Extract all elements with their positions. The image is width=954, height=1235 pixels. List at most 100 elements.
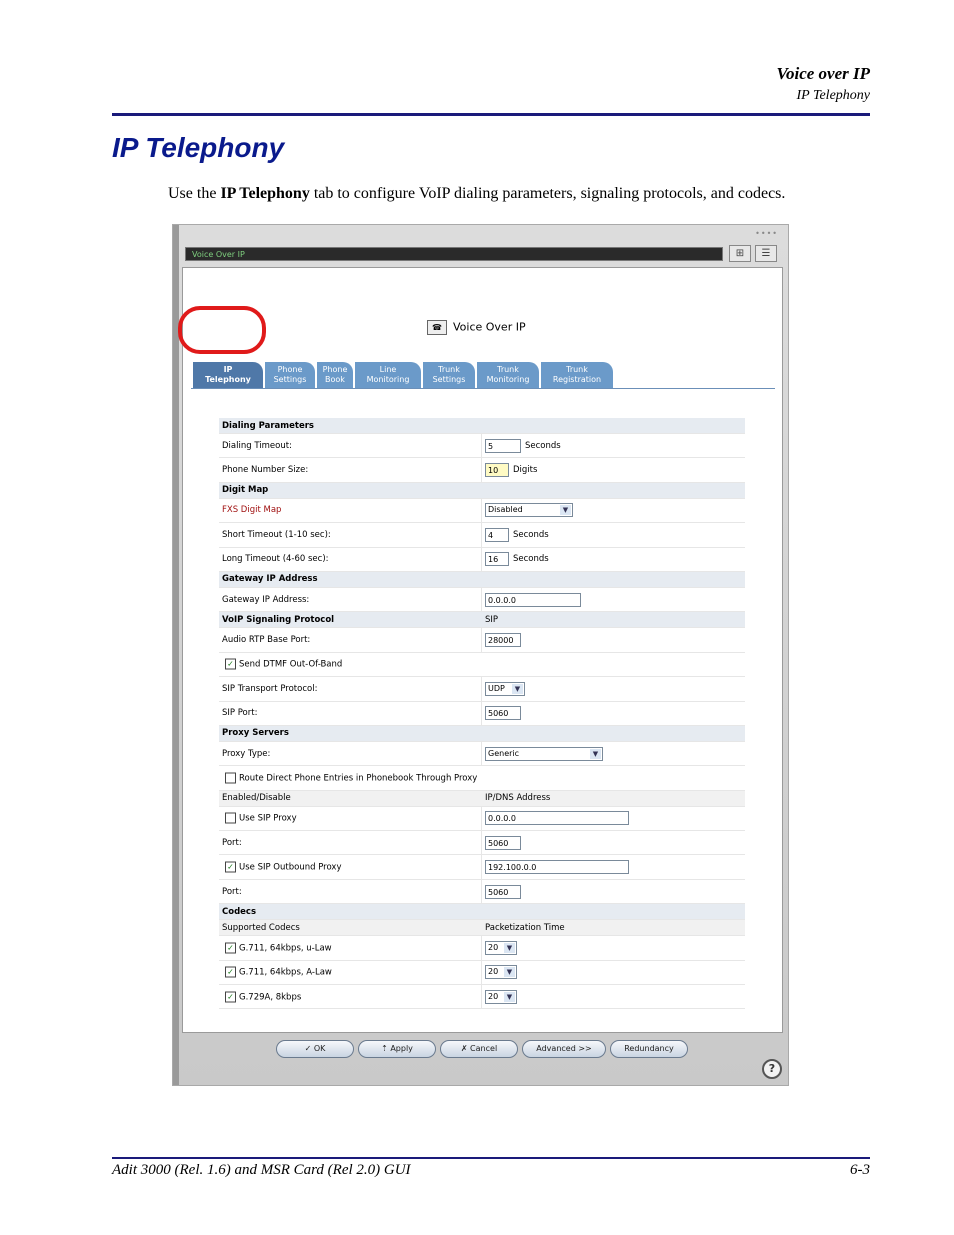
section-codecs: Codecs [219, 904, 745, 921]
tab-label-2: Registration [552, 375, 602, 384]
ptime-select[interactable]: 20 ▼ [485, 940, 517, 955]
tab-label-1: Trunk [438, 365, 460, 374]
row-short-timeout: Short Timeout (1-10 sec): 4 Seconds [219, 523, 745, 548]
section-label: Gateway IP Address [222, 574, 318, 585]
tab-label-2: Settings [432, 375, 466, 384]
checkbox-icon[interactable] [225, 812, 236, 824]
section-label: VoIP Signaling Protocol [222, 614, 335, 625]
unit-label: Digits [513, 465, 538, 476]
voip-heading: ☎ Voice Over IP [427, 320, 526, 335]
tab-trunk-monitoring[interactable]: Trunk Monitoring [477, 362, 539, 388]
row-outbound-port: Port: 5060 [219, 879, 745, 905]
chevron-down-icon: ▼ [504, 942, 515, 953]
select-value: UDP [488, 683, 505, 693]
row-route-direct: Route Direct Phone Entries in Phonebook … [219, 766, 745, 791]
column-header: Supported Codecs [222, 922, 300, 933]
tab-ip-telephony[interactable]: IP Telephony [193, 362, 263, 388]
fxs-digit-map-select[interactable]: Disabled ▼ [485, 503, 573, 518]
tab-phone-book[interactable]: Phone Book [317, 362, 353, 388]
proxy-type-select[interactable]: Generic ▼ [485, 746, 603, 761]
audio-rtp-input[interactable]: 28000 [485, 633, 521, 648]
field-label: Port: [222, 886, 242, 897]
section-dialing-parameters: Dialing Parameters [219, 418, 745, 434]
tab-trunk-registration[interactable]: Trunk Registration [541, 362, 613, 388]
sip-transport-select[interactable]: UDP ▼ [485, 681, 525, 696]
codec-name: G.711, 64kbps, A-Law [239, 967, 332, 978]
tab-label-1: Phone [322, 365, 348, 374]
tab-label-2: Book [325, 375, 345, 384]
row-use-outbound-proxy: ✓ Use SIP Outbound Proxy 192.100.0.0 [219, 855, 745, 880]
outbound-port-input[interactable]: 5060 [485, 884, 521, 899]
unit-label: Seconds [513, 529, 549, 540]
select-value: Generic [488, 748, 520, 758]
row-use-sip-proxy: Use SIP Proxy 0.0.0.0 [219, 806, 745, 832]
tab-label-1: Line [379, 365, 397, 374]
long-timeout-input[interactable]: 16 [485, 552, 509, 567]
check-icon[interactable]: ✓ [225, 991, 236, 1003]
phone-number-size-input[interactable]: 10 [485, 463, 509, 478]
checkbox-icon[interactable] [225, 772, 236, 784]
grip-dots: •••• [755, 229, 778, 238]
unit-label: Seconds [513, 554, 549, 565]
tab-bar: IP Telephony Phone Settings Phone Book Line… [183, 360, 784, 390]
field-label: Long Timeout (4-60 sec): [222, 554, 329, 565]
tab-label-1: Trunk [566, 365, 588, 374]
tab-trunk-settings[interactable]: Trunk Settings [423, 362, 475, 388]
select-value: Disabled [488, 505, 523, 515]
codec-checkbox-label[interactable]: ✓ G.729A, 8kbps [225, 991, 301, 1003]
check-icon[interactable]: ✓ [225, 658, 236, 670]
bottom-bar [182, 1037, 783, 1079]
content-area: ☎ Voice Over IP IP Telephony Phone Settings… [182, 267, 784, 1058]
field-label: Audio RTP Base Port: [222, 635, 311, 646]
send-dtmf-checkbox-label[interactable]: ✓ Send DTMF Out-Of-Band [225, 658, 342, 670]
codec-checkbox-label[interactable]: ✓ G.711, 64kbps, A-Law [225, 966, 332, 978]
row-long-timeout: Long Timeout (4-60 sec): 16 Seconds [219, 547, 745, 572]
use-sip-proxy-checkbox-label[interactable]: Use SIP Proxy [225, 812, 297, 824]
tab-line-monitoring[interactable]: Line Monitoring [355, 362, 421, 388]
tab-label-2: Settings [273, 375, 307, 384]
intro-paragraph: Use the IP Telephony tab to configure Vo… [168, 185, 785, 203]
check-icon[interactable]: ✓ [225, 861, 236, 873]
dialing-timeout-input[interactable]: 5 [485, 438, 521, 453]
ptime-select[interactable]: 20 ▼ [485, 989, 517, 1004]
section-gateway-ip: Gateway IP Address [219, 571, 745, 588]
chevron-down-icon: ▼ [560, 505, 571, 516]
intro-pre: Use the [168, 185, 221, 202]
row-codec: ✓ G.711, 64kbps, A-Law 20 ▼ [219, 960, 745, 986]
list-view-button[interactable]: ☰ [755, 245, 777, 262]
check-icon[interactable]: ✓ [225, 966, 236, 978]
phone-icon: ☎ [427, 320, 447, 335]
row-gateway-ip: Gateway IP Address: 0.0.0.0 [219, 587, 745, 613]
footer-title: Adit 3000 (Rel. 1.6) and MSR Card (Rel 2… [112, 1162, 411, 1178]
section-label: Digit Map [222, 485, 269, 496]
section-label: Codecs [222, 906, 257, 917]
section-digit-map: Digit Map [219, 482, 745, 499]
field-label: Gateway IP Address: [222, 594, 310, 605]
route-direct-checkbox-label[interactable]: Route Direct Phone Entries in Phonebook … [225, 772, 477, 784]
row-sip-port: SIP Port: 5060 [219, 701, 745, 726]
window-titlebar: Voice Over IP [185, 247, 723, 261]
use-outbound-checkbox-label[interactable]: ✓ Use SIP Outbound Proxy [225, 861, 342, 873]
voip-heading-text: Voice Over IP [453, 320, 526, 334]
signaling-value: SIP [485, 614, 499, 625]
tab-phone-settings[interactable]: Phone Settings [265, 362, 315, 388]
gateway-ip-input[interactable]: 0.0.0.0 [485, 592, 581, 607]
ptime-select[interactable]: 20 ▼ [485, 965, 517, 980]
check-icon[interactable]: ✓ [225, 942, 236, 954]
sip-proxy-address-input[interactable]: 0.0.0.0 [485, 811, 629, 826]
checkbox-text: Use SIP Outbound Proxy [239, 862, 342, 873]
intro-post: tab to configure VoIP dialing parameters… [309, 185, 786, 202]
codec-checkbox-label[interactable]: ✓ G.711, 64kbps, u-Law [225, 942, 332, 954]
tab-label-1: Phone [277, 365, 303, 374]
intro-bold: IP Telephony [220, 185, 310, 202]
proxy-port-input[interactable]: 5060 [485, 835, 521, 850]
checkbox-text: Use SIP Proxy [239, 813, 297, 824]
help-icon[interactable]: ? [762, 1059, 782, 1079]
short-timeout-input[interactable]: 4 [485, 527, 509, 542]
tile-view-button[interactable]: ⊞ [729, 245, 751, 262]
settings-form: Dialing Parameters Dialing Timeout: 5 Seco… [219, 418, 745, 1010]
unit-label: Seconds [525, 440, 561, 451]
outbound-proxy-address-input[interactable]: 192.100.0.0 [485, 860, 629, 875]
field-label: Phone Number Size: [222, 465, 309, 476]
sip-port-input[interactable]: 5060 [485, 706, 521, 721]
